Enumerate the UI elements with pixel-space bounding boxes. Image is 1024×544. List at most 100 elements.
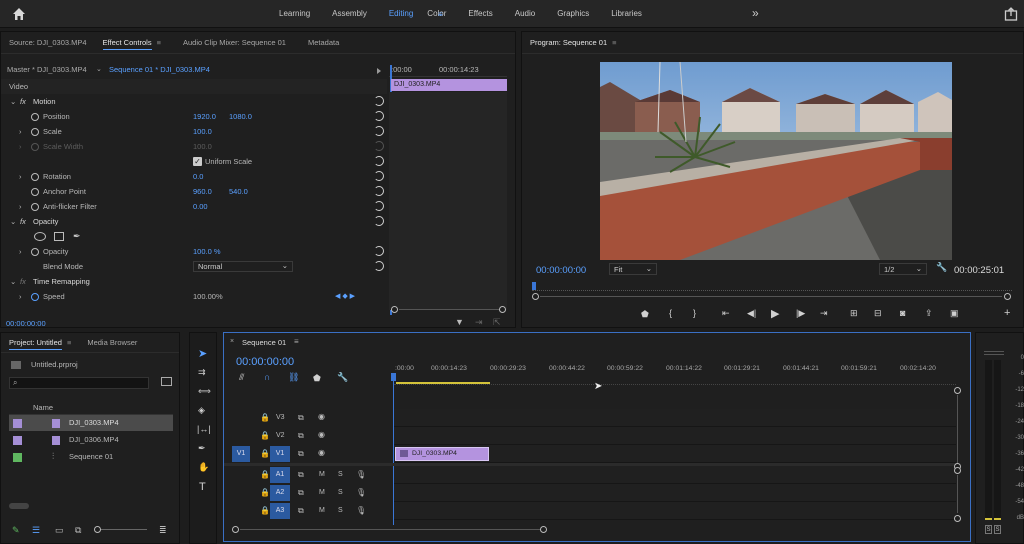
track-label-v2[interactable]: V2 xyxy=(276,432,285,439)
ripple-edit-tool-icon[interactable]: ⟺ xyxy=(198,386,211,397)
hand-tool-icon[interactable]: ✋ xyxy=(198,462,209,473)
pen-tool-icon[interactable]: ✒ xyxy=(198,443,206,454)
home-icon[interactable] xyxy=(12,7,26,21)
reset-icon[interactable] xyxy=(374,96,384,106)
lane-a1[interactable] xyxy=(394,466,956,484)
master-clip-label[interactable]: Master * DJI_0303.MP4 xyxy=(7,65,87,74)
chevron-down-icon[interactable]: ⌄ xyxy=(10,94,16,109)
scroll-end-handle[interactable] xyxy=(954,515,961,522)
fit-select[interactable]: Fit ⌄ xyxy=(609,263,657,275)
extract-icon[interactable]: ⊟ xyxy=(874,308,882,319)
chevron-down-icon[interactable]: ⌄ xyxy=(10,274,16,289)
program-timecode[interactable]: 00:00:00:00 xyxy=(536,265,586,276)
solo-right-button[interactable]: S xyxy=(994,525,1001,534)
reset-icon[interactable] xyxy=(374,216,384,226)
reset-icon[interactable] xyxy=(374,186,384,196)
zoom-slider-handle[interactable] xyxy=(94,526,101,533)
mute-button[interactable]: M xyxy=(319,471,325,478)
tab-audio-clip-mixer[interactable]: Audio Clip Mixer: Sequence 01 xyxy=(169,33,294,53)
solo-button[interactable]: S xyxy=(338,507,343,514)
uniform-scale-checkbox[interactable]: ✓ xyxy=(193,157,202,166)
timeline-hscroll[interactable] xyxy=(232,526,552,533)
project-item-dji-0303[interactable]: DJI_0303.MP4 xyxy=(9,415,173,431)
share-icon[interactable] xyxy=(1004,7,1018,21)
reset-icon[interactable] xyxy=(374,201,384,211)
chevron-right-icon[interactable]: › xyxy=(19,289,22,304)
label-color-swatch[interactable] xyxy=(13,453,22,462)
freeform-view-icon[interactable]: ⧉ xyxy=(75,525,81,536)
program-playhead[interactable] xyxy=(532,282,536,290)
scroll-end-handle[interactable] xyxy=(499,306,506,313)
microphone-icon[interactable]: 🎙 xyxy=(356,470,366,479)
reset-icon[interactable] xyxy=(374,171,384,181)
sync-lock-icon[interactable]: ⧉ xyxy=(298,431,304,441)
rotation-value[interactable]: 0.0 xyxy=(193,169,203,184)
tab-media-browser[interactable]: Media Browser xyxy=(79,333,145,353)
reset-icon[interactable] xyxy=(374,261,384,271)
project-item-sequence-01[interactable]: ⫶ Sequence 01 xyxy=(9,449,173,465)
panel-menu-icon[interactable]: ≡ xyxy=(294,337,299,346)
anti-flicker-value[interactable]: 0.00 xyxy=(193,199,208,214)
play-only-audio-icon[interactable] xyxy=(377,66,381,75)
sync-lock-icon[interactable]: ⧉ xyxy=(298,413,304,423)
lane-v2[interactable] xyxy=(394,427,956,445)
reset-icon[interactable] xyxy=(374,246,384,256)
meter-menu-icon[interactable] xyxy=(984,351,1004,355)
scroll-start-handle[interactable] xyxy=(391,306,398,313)
tab-effect-controls[interactable]: Effect Controls ≡ xyxy=(95,33,169,53)
tab-project[interactable]: Project: Untitled ≡ xyxy=(1,333,79,353)
lane-a2[interactable] xyxy=(394,484,956,502)
opacity-value[interactable]: 100.0 % xyxy=(193,244,221,259)
sequence-clip-label[interactable]: Sequence 01 * DJI_0303.MP4 xyxy=(109,65,210,74)
speed-value[interactable]: 100.00% xyxy=(193,289,223,304)
eye-icon[interactable]: ◉ xyxy=(318,412,325,421)
scale-value[interactable]: 100.0 xyxy=(193,124,212,139)
timeline-clip[interactable]: DJI_0303.MP4 xyxy=(395,447,489,461)
ellipse-mask-icon[interactable] xyxy=(34,232,46,241)
lock-icon[interactable]: 🔒 xyxy=(260,431,270,440)
panel-menu-icon[interactable]: ≡ xyxy=(612,33,616,53)
eye-icon[interactable]: ◉ xyxy=(318,448,325,457)
scroll-start-handle[interactable] xyxy=(954,467,961,474)
blend-mode-select[interactable]: Normal ⌄ xyxy=(193,261,293,272)
stopwatch-icon[interactable] xyxy=(31,199,43,214)
position-x-value[interactable]: 1920.0 xyxy=(193,109,216,124)
label-color-swatch[interactable] xyxy=(13,419,22,428)
sequence-tab-label[interactable]: Sequence 01 xyxy=(242,338,286,347)
camera-icon[interactable]: ◙ xyxy=(900,308,905,318)
export-icon[interactable]: ⇥ xyxy=(475,317,483,328)
sort-icon[interactable]: ≣ xyxy=(159,525,167,536)
razor-tool-icon[interactable]: ◈ xyxy=(198,405,205,416)
mini-ruler[interactable]: :00:00 00:00:14:23 xyxy=(389,65,507,77)
solo-button[interactable]: S xyxy=(338,471,343,478)
stopwatch-icon[interactable] xyxy=(31,169,43,184)
chevron-right-icon[interactable]: › xyxy=(19,244,22,259)
filter-icon[interactable]: ▼ xyxy=(455,317,464,327)
step-back-icon[interactable]: ◀| xyxy=(747,308,756,319)
track-target-v1[interactable]: V1 xyxy=(270,446,290,462)
program-scrollbar[interactable] xyxy=(532,293,1012,300)
chevron-right-icon[interactable]: › xyxy=(19,199,22,214)
ec-scrollbar[interactable] xyxy=(391,306,507,313)
sync-lock-icon[interactable]: ⧉ xyxy=(298,506,304,516)
lane-a3[interactable] xyxy=(394,502,956,520)
snap-magnet-icon[interactable]: ∩ xyxy=(264,372,270,382)
ec-timecode[interactable]: 00:00:00:00 xyxy=(6,319,46,328)
microphone-icon[interactable]: 🎙 xyxy=(356,488,366,497)
workspace-tab-effects[interactable]: Effects xyxy=(457,0,503,28)
icon-view-icon[interactable]: ▭ xyxy=(55,525,64,536)
chevron-down-icon[interactable]: ⌄ xyxy=(10,214,16,229)
sync-lock-icon[interactable]: ⧉ xyxy=(298,488,304,498)
workspace-tab-editing[interactable]: Editing xyxy=(378,0,424,28)
stopwatch-icon[interactable] xyxy=(31,289,43,304)
position-y-value[interactable]: 1080.0 xyxy=(229,109,252,124)
program-ruler[interactable] xyxy=(532,281,1012,291)
lock-icon[interactable]: 🔒 xyxy=(260,413,270,422)
timeline-vscroll[interactable] xyxy=(954,385,962,523)
anchor-y-value[interactable]: 540.0 xyxy=(229,184,248,199)
lift-icon[interactable]: ⊞ xyxy=(850,308,858,319)
go-to-out-icon[interactable]: ⇥ xyxy=(820,308,828,319)
type-tool-icon[interactable]: T xyxy=(199,481,206,493)
scroll-end-handle[interactable] xyxy=(540,526,547,533)
add-button-icon[interactable]: + xyxy=(1004,307,1010,319)
